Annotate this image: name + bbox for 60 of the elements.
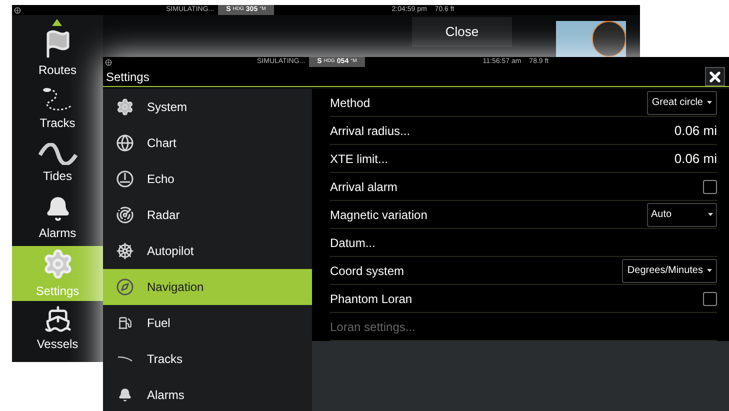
dropdown[interactable]: Auto [647, 202, 717, 226]
gauge-icon [116, 170, 134, 188]
track-line-icon [117, 355, 133, 363]
option-label: Loran settings... [330, 318, 416, 336]
close-button[interactable]: Close [412, 17, 512, 47]
ship-icon [44, 304, 72, 332]
category-item[interactable]: Echo [103, 161, 312, 197]
fuel-pump-icon [118, 316, 132, 330]
value-text: 0.06 mi [674, 150, 717, 168]
option-label: Arrival alarm [330, 178, 398, 196]
category-item[interactable]: Autopilot [103, 233, 312, 269]
category-item[interactable]: Navigation [103, 269, 312, 305]
window-title: Settings [106, 68, 150, 86]
option-row[interactable]: Datum... [330, 229, 717, 257]
option-label: Magnetic variation [330, 206, 428, 224]
option-label: Arrival radius... [330, 122, 410, 140]
close-button[interactable] [705, 67, 725, 86]
category-item[interactable]: Alarms [103, 377, 312, 411]
category-item[interactable]: Fuel [103, 305, 312, 341]
value-text: 0.06 mi [674, 122, 717, 140]
option-row[interactable]: Arrival alarm [330, 173, 717, 201]
option-label: Phantom Loran [330, 290, 412, 308]
option-label: Method [330, 94, 370, 112]
settings-icon [42, 248, 74, 280]
option-row[interactable]: Magnetic variation Auto [330, 201, 717, 229]
option-row[interactable]: Loran settings... [330, 313, 717, 341]
option-label: Coord system [330, 262, 404, 280]
category-item[interactable]: Tracks [103, 341, 312, 377]
option-label: Datum... [330, 234, 376, 252]
up-arrow-icon [52, 19, 62, 26]
caret-icon [707, 269, 712, 272]
option-row[interactable]: XTE limit... 0.06 mi [330, 145, 717, 173]
close-icon [707, 68, 723, 84]
sidebar-item[interactable]: Routes [12, 26, 103, 81]
option-row[interactable]: Method Great circle [330, 89, 717, 117]
dropdown[interactable]: Degrees/Minutes [622, 258, 717, 282]
option-label: XTE limit... [330, 150, 388, 168]
option-row[interactable]: Arrival radius... 0.06 mi [330, 117, 717, 145]
caret-icon [708, 213, 713, 216]
gauge-thumbnail [592, 21, 626, 57]
option-row[interactable]: Phantom Loran [330, 285, 717, 313]
category-item[interactable]: System [103, 89, 312, 125]
option-row[interactable]: Coord system Degrees/Minutes [330, 257, 717, 285]
category-item[interactable]: Radar [103, 197, 312, 233]
sidebar-item[interactable]: Tides [12, 136, 103, 191]
checkbox[interactable] [703, 292, 717, 306]
dropdown[interactable]: Great circle [646, 90, 717, 114]
sidebar-item[interactable]: Vessels [12, 301, 103, 356]
sidebar-item[interactable]: Alarms [12, 191, 103, 246]
compass-icon [116, 278, 134, 296]
category-item[interactable]: Chart [103, 125, 312, 161]
bell-icon [118, 388, 132, 402]
settings-icon [116, 98, 134, 116]
sidebar-item[interactable]: Tracks [12, 81, 103, 136]
caret-icon [707, 101, 712, 104]
wheel-icon [116, 242, 134, 260]
wave-icon [38, 142, 78, 164]
checkbox[interactable] [703, 180, 717, 194]
radar-icon [116, 206, 134, 224]
bell-icon [44, 196, 70, 222]
